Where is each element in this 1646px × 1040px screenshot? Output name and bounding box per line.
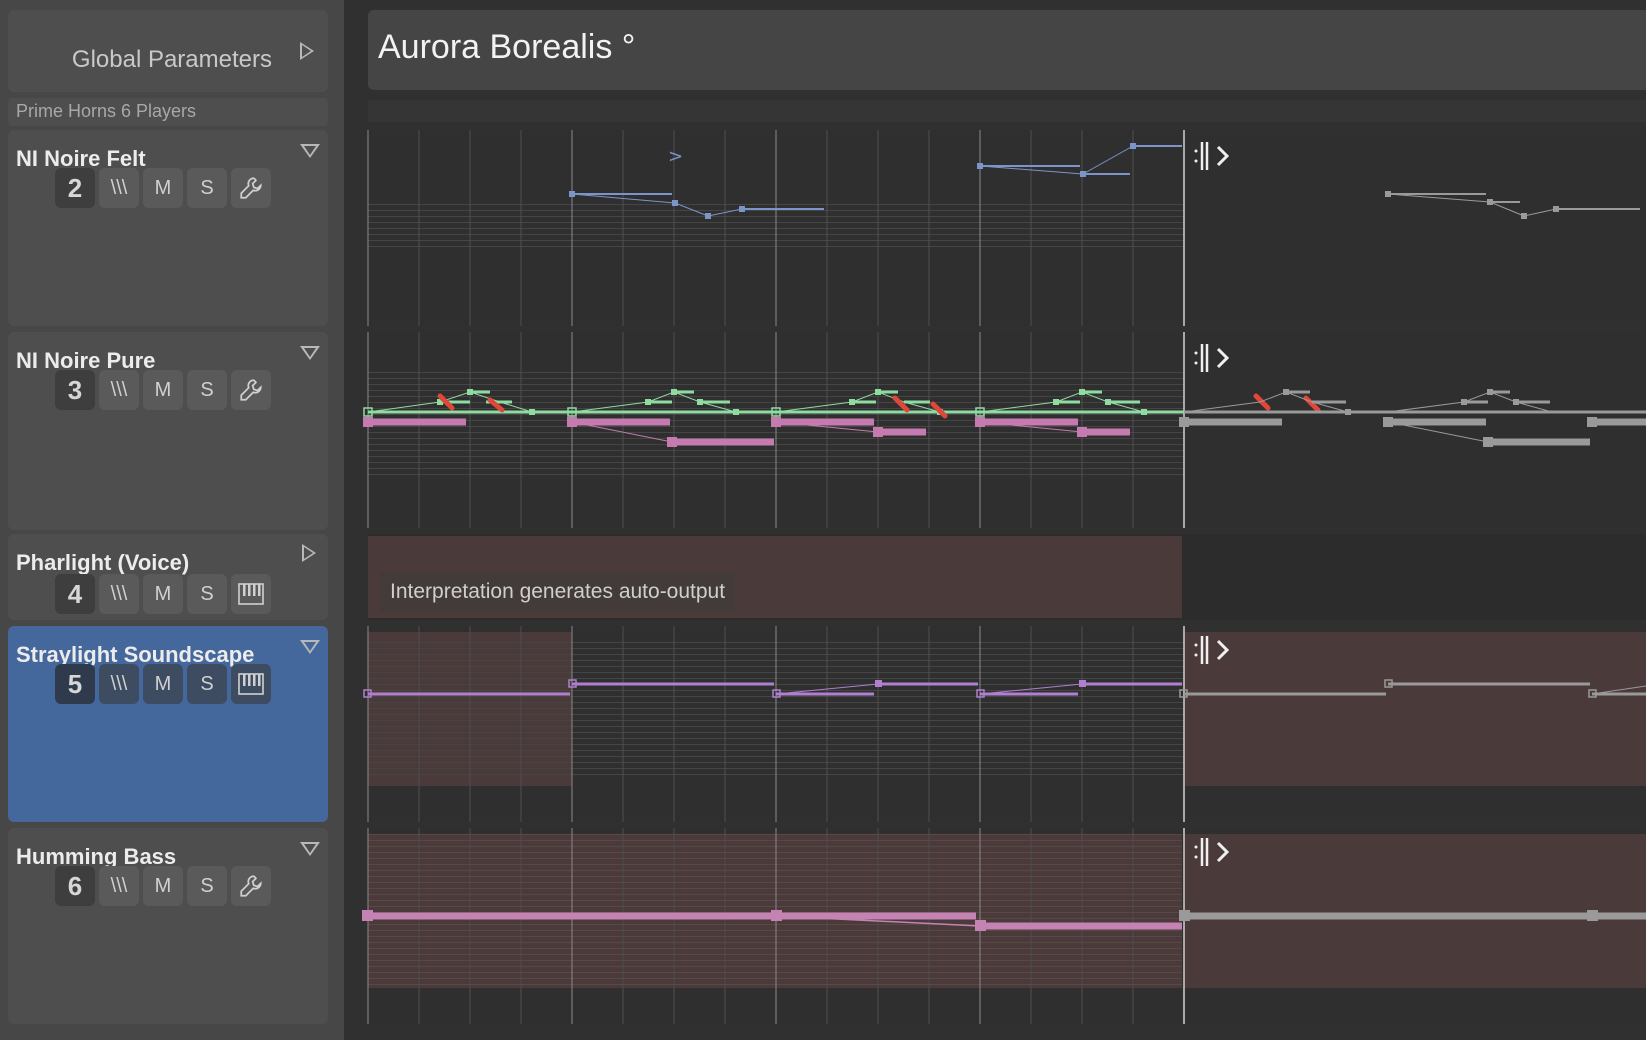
svg-text:>: > — [668, 146, 683, 167]
track-lanes[interactable]: > — [0, 0, 1646, 1040]
lane-noire-pure[interactable] — [368, 332, 1646, 528]
lane-straylight-soundscape[interactable] — [368, 626, 1646, 822]
auto-output-banner: Interpretation generates auto-output — [380, 572, 736, 612]
lane-noire-felt[interactable] — [368, 130, 1646, 326]
